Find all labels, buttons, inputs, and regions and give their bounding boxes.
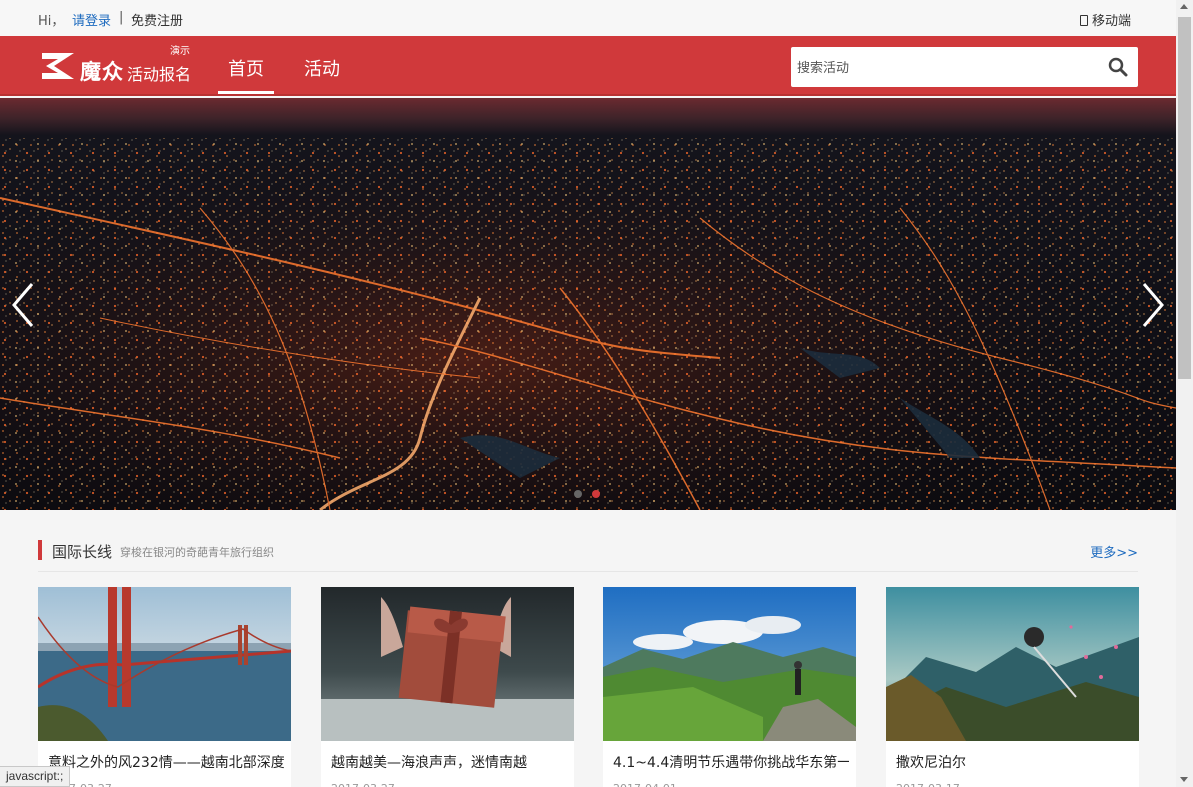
card-date: 2017-04-01 bbox=[613, 782, 677, 787]
mountain-hiker-image bbox=[603, 587, 856, 741]
card-date: 2017-03-17 bbox=[896, 782, 960, 787]
banner-city-night-image bbox=[0, 98, 1176, 510]
login-link[interactable]: 请登录 bbox=[72, 10, 111, 29]
separator: | bbox=[119, 10, 124, 25]
logo-name: 魔众 bbox=[80, 60, 124, 84]
section-description: 穿梭在银河的奇葩青年旅行组织 bbox=[120, 546, 274, 559]
logo-subtitle: 活动报名 bbox=[127, 65, 192, 84]
demo-badge: 演示 bbox=[170, 46, 190, 57]
search-input[interactable] bbox=[797, 47, 1097, 87]
logo-mark-icon bbox=[42, 53, 74, 79]
slide-dot[interactable] bbox=[574, 490, 582, 498]
mobile-phone-icon bbox=[1080, 15, 1088, 26]
gift-box-image bbox=[321, 587, 574, 741]
more-link[interactable]: 更多>> bbox=[1090, 542, 1138, 561]
scrollbar-thumb[interactable] bbox=[1178, 17, 1191, 379]
register-link[interactable]: 免费注册 bbox=[131, 10, 183, 29]
activity-card[interactable]: 意料之外的风232情——越南北部深度游 2017-03-27 bbox=[38, 587, 291, 787]
section-title: 国际长线 bbox=[52, 543, 113, 561]
slide-dot-active[interactable] bbox=[592, 490, 600, 498]
fantasy-landscape-image bbox=[886, 587, 1139, 741]
hero-banner[interactable] bbox=[0, 98, 1176, 510]
mobile-link[interactable]: 移动端 bbox=[1080, 10, 1131, 29]
next-slide-icon[interactable] bbox=[1138, 280, 1168, 330]
card-title: 越南越美—海浪声声，迷情南越 bbox=[331, 755, 527, 771]
card-date: 2017-03-27 bbox=[331, 782, 395, 787]
top-bar: Hi， 请登录 | 免费注册 移动端 bbox=[0, 0, 1176, 36]
browser-status-bar: javascript:; bbox=[0, 766, 71, 787]
scroll-down-icon[interactable] bbox=[1180, 777, 1188, 782]
mobile-link-label: 移动端 bbox=[1092, 14, 1132, 29]
scroll-up-icon[interactable] bbox=[1180, 4, 1188, 9]
card-title: 4.1~4.4清明节乐遇带你挑战华东第一高峰 bbox=[613, 755, 849, 771]
greeting-text: Hi， bbox=[38, 14, 65, 29]
nav-home[interactable]: 首页 bbox=[218, 36, 274, 94]
golden-gate-bridge-image bbox=[38, 587, 291, 741]
vertical-scrollbar[interactable] bbox=[1176, 0, 1193, 787]
card-title: 意料之外的风232情——越南北部深度游 bbox=[48, 755, 284, 771]
prev-slide-icon[interactable] bbox=[8, 280, 38, 330]
card-title: 撒欢尼泊尔 bbox=[896, 755, 966, 771]
section-accent-bar bbox=[38, 540, 42, 560]
slide-indicators bbox=[574, 487, 610, 502]
activity-card[interactable]: 4.1~4.4清明节乐遇带你挑战华东第一高峰 2017-04-01 bbox=[603, 587, 856, 787]
activity-card[interactable]: 撒欢尼泊尔 2017-03-17 bbox=[886, 587, 1139, 787]
search-box bbox=[791, 47, 1138, 87]
nav-activities[interactable]: 活动 bbox=[294, 36, 350, 94]
search-icon[interactable] bbox=[1108, 57, 1128, 77]
section-header: 国际长线 穿梭在银河的奇葩青年旅行组织 更多>> bbox=[38, 538, 1138, 572]
activity-card[interactable]: 越南越美—海浪声声，迷情南越 2017-03-27 bbox=[321, 587, 574, 787]
header: 魔众 活动报名 演示 首页 活动 bbox=[0, 36, 1176, 96]
site-logo[interactable]: 魔众 活动报名 演示 bbox=[40, 46, 210, 86]
